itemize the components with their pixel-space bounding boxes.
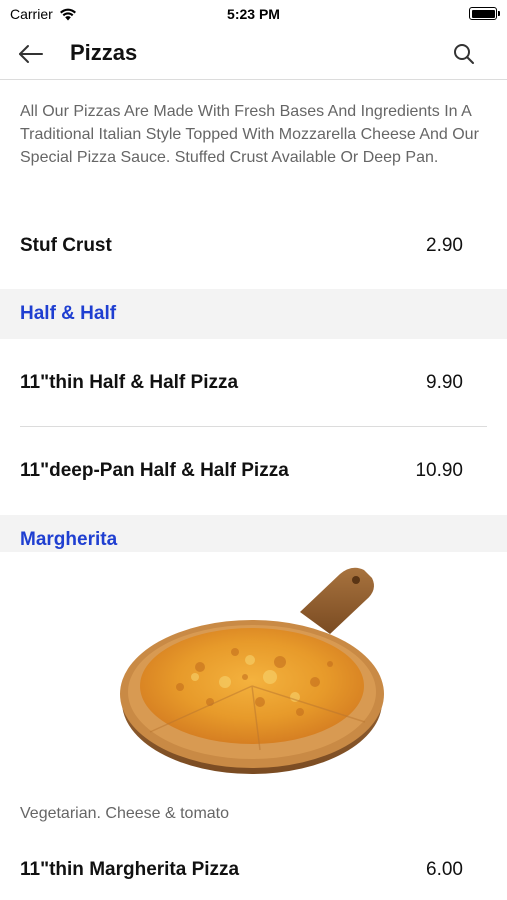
back-button[interactable] (16, 41, 46, 67)
pizza-image (0, 552, 507, 790)
item-price: 6.00 (426, 859, 463, 880)
page-title: Pizzas (70, 40, 138, 65)
search-button[interactable] (451, 41, 477, 67)
item-name: 11"deep-Pan Half & Half Pizza (20, 460, 289, 481)
section-note: Vegetarian. Cheese & tomato (20, 805, 230, 822)
item-name: 11"thin Half & Half Pizza (20, 372, 239, 393)
section-header-half-and-half: Half & Half (0, 289, 507, 339)
back-arrow-icon (19, 45, 43, 63)
item-price: 9.90 (426, 372, 463, 393)
section-title: Half & Half (20, 303, 117, 324)
section-title: Margherita (20, 529, 118, 550)
battery-icon (469, 7, 500, 20)
item-name: Stuf Crust (20, 235, 112, 256)
category-description: All Our Pizzas Are Made With Fresh Bases… (20, 103, 479, 166)
item-name: 11"thin Margherita Pizza (20, 859, 240, 880)
navigation-bar: Pizzas (0, 28, 507, 80)
menu-item-thin-half-and-half[interactable]: 11"thin Half & Half Pizza 9.90 (0, 361, 507, 405)
item-price: 10.90 (415, 460, 463, 481)
section-header-margherita: Margherita (0, 515, 507, 553)
margherita-pizza-illustration (120, 567, 384, 774)
item-price: 2.90 (426, 235, 463, 256)
status-time: 5:23 PM (227, 6, 280, 22)
row-divider (20, 426, 487, 427)
menu-item-deep-pan-half-and-half[interactable]: 11"deep-Pan Half & Half Pizza 10.90 (0, 449, 507, 493)
status-bar: Carrier 5:23 PM (0, 0, 507, 28)
menu-item-thin-margherita[interactable]: 11"thin Margherita Pizza 6.00 (0, 848, 507, 892)
search-icon (454, 44, 474, 64)
menu-item-stuf-crust[interactable]: Stuf Crust 2.90 (0, 224, 507, 268)
